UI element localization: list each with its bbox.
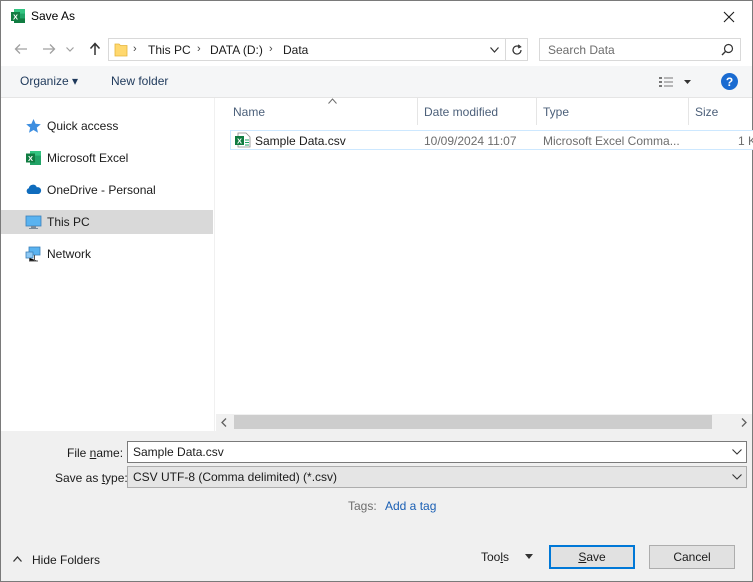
command-bar: Organize ▾ New folder ? xyxy=(1,66,752,98)
svg-text:X: X xyxy=(13,12,18,21)
breadcrumb-separator: › xyxy=(133,43,137,55)
title-bar: X Save As xyxy=(1,1,752,32)
sidebar-item-label: Quick access xyxy=(47,119,119,133)
chevron-down-icon xyxy=(66,46,74,52)
tools-button[interactable]: Tools xyxy=(481,550,533,564)
svg-text:X: X xyxy=(237,136,242,145)
chevron-down-icon[interactable] xyxy=(732,449,742,455)
sidebar-item-onedrive[interactable]: OneDrive - Personal xyxy=(1,178,213,202)
add-tag-link[interactable]: Add a tag xyxy=(385,499,436,513)
sidebar-item-label: Microsoft Excel xyxy=(47,151,129,165)
column-header-date-modified[interactable]: Date modified xyxy=(417,98,537,125)
refresh-button[interactable] xyxy=(505,39,527,60)
close-button[interactable] xyxy=(706,1,752,32)
star-icon xyxy=(26,119,41,133)
sidebar-item-microsoft-excel[interactable]: X Microsoft Excel xyxy=(1,146,213,170)
file-name-label: File name: xyxy=(67,446,124,460)
up-button[interactable] xyxy=(85,39,105,59)
recent-locations-button[interactable] xyxy=(63,39,77,59)
breadcrumb-separator: › xyxy=(197,43,201,55)
file-type: Microsoft Excel Comma... xyxy=(543,134,680,148)
refresh-icon xyxy=(511,43,522,55)
file-name-field[interactable]: Sample Data.csv xyxy=(127,441,747,463)
csv-file-icon: X xyxy=(235,132,251,148)
forward-button[interactable] xyxy=(39,39,59,59)
sidebar-item-quick-access[interactable]: Quick access xyxy=(1,114,213,138)
sidebar-item-label: This PC xyxy=(47,215,90,229)
save-as-dialog: X Save As › This PC › DATA (D:) › Data S… xyxy=(0,0,753,582)
search-icon xyxy=(721,43,734,56)
search-input[interactable] xyxy=(540,39,720,60)
organize-button[interactable]: Organize ▾ xyxy=(20,74,78,88)
file-list: Name Date modified Type Size X Sample Da… xyxy=(216,98,753,431)
arrow-right-icon xyxy=(43,44,56,54)
sort-ascending-icon xyxy=(328,96,337,106)
folder-icon xyxy=(114,43,128,57)
close-icon xyxy=(723,11,735,22)
back-button[interactable] xyxy=(11,39,31,59)
breadcrumb-data-folder[interactable]: Data xyxy=(283,43,308,57)
sidebar-item-label: Network xyxy=(47,247,92,261)
cloud-icon xyxy=(26,184,42,194)
sidebar-item-label: OneDrive - Personal xyxy=(47,183,156,197)
save-as-type-label: Save as type: xyxy=(55,471,128,485)
address-dropdown-button[interactable] xyxy=(485,39,503,60)
address-bar[interactable]: › This PC › DATA (D:) › Data xyxy=(108,38,528,61)
navigation-pane: Quick access X Microsoft Excel OneDrive … xyxy=(1,98,215,431)
dropdown-arrow-icon xyxy=(525,554,533,559)
arrow-up-icon xyxy=(89,42,101,55)
file-size: 1 K xyxy=(738,134,753,148)
computer-icon xyxy=(25,215,42,229)
chevron-down-icon xyxy=(732,474,742,480)
tags-label: Tags: xyxy=(348,499,377,513)
excel-icon: X xyxy=(26,151,41,165)
change-view-button[interactable] xyxy=(657,74,697,90)
save-as-type-select[interactable]: CSV UTF-8 (Comma delimited) (*.csv) xyxy=(127,466,747,488)
new-folder-button[interactable]: New folder xyxy=(111,74,168,88)
scrollbar-thumb[interactable] xyxy=(234,415,712,429)
breadcrumb-this-pc[interactable]: This PC xyxy=(148,43,191,57)
file-name: Sample Data.csv xyxy=(255,134,346,148)
save-as-type-value: CSV UTF-8 (Comma delimited) (*.csv) xyxy=(133,470,338,484)
save-options-panel: File name: Sample Data.csv Save as type:… xyxy=(1,431,752,581)
breadcrumb-separator: › xyxy=(269,43,273,55)
svg-text:X: X xyxy=(28,154,33,163)
hide-folders-label: Hide Folders xyxy=(32,553,101,567)
excel-icon: X xyxy=(11,9,25,23)
column-header-label: Name xyxy=(233,105,266,119)
scroll-right-icon[interactable] xyxy=(741,418,747,427)
column-header-size[interactable]: Size xyxy=(688,98,752,125)
network-icon xyxy=(25,246,41,262)
chevron-up-icon xyxy=(13,556,22,562)
sidebar-item-this-pc[interactable]: This PC xyxy=(1,210,213,234)
column-header-label: Size xyxy=(695,105,719,119)
search-box xyxy=(539,38,741,61)
horizontal-scrollbar[interactable] xyxy=(216,414,752,431)
column-header-label: Type xyxy=(543,105,570,119)
column-header-label: Date modified xyxy=(424,105,499,119)
file-name-value: Sample Data.csv xyxy=(133,445,224,459)
cancel-button[interactable]: Cancel xyxy=(649,545,735,569)
save-button[interactable]: Save xyxy=(549,545,635,569)
column-header-name[interactable]: Name xyxy=(226,98,418,125)
scroll-left-icon[interactable] xyxy=(221,418,227,427)
help-button[interactable]: ? xyxy=(721,73,738,90)
breadcrumb-data-drive[interactable]: DATA (D:) xyxy=(210,43,263,57)
file-date-modified: 10/09/2024 11:07 xyxy=(424,134,517,148)
hide-folders-button[interactable]: Hide Folders xyxy=(13,553,100,567)
window-title: Save As xyxy=(31,9,76,23)
arrow-left-icon xyxy=(14,44,27,54)
chevron-down-icon xyxy=(489,46,499,53)
navigation-bar: › This PC › DATA (D:) › Data xyxy=(1,32,752,66)
file-row[interactable]: X Sample Data.csv 10/09/2024 11:07 Micro… xyxy=(230,130,753,150)
column-header-type[interactable]: Type xyxy=(536,98,689,125)
sidebar-item-network[interactable]: Network xyxy=(1,242,213,266)
details-view-icon xyxy=(659,77,691,87)
